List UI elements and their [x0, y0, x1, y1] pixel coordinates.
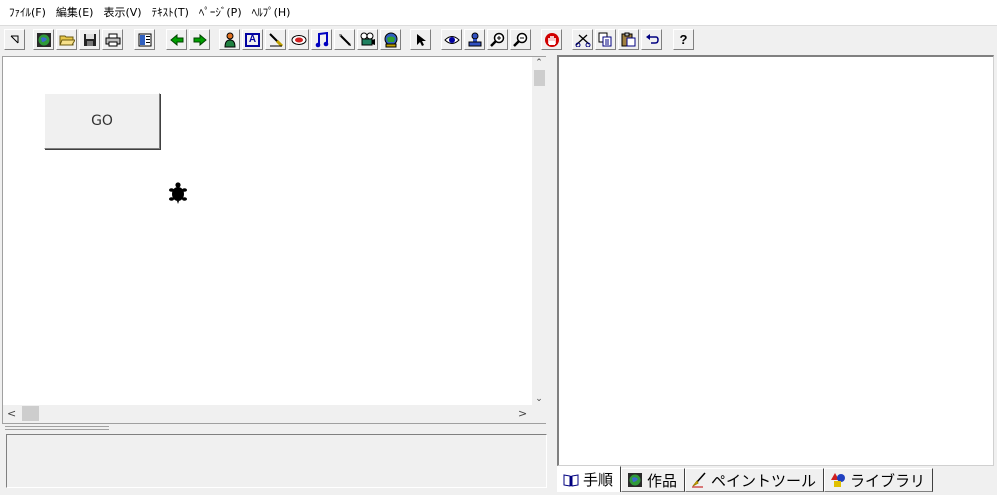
- forward-button[interactable]: [189, 29, 210, 50]
- scroll-up-icon[interactable]: ⌃: [532, 57, 546, 69]
- tab-label: ライブラリ: [850, 471, 926, 490]
- paint-icon: [268, 32, 283, 47]
- help-question-icon: ?: [679, 32, 688, 47]
- cut-scissors-icon: [575, 34, 590, 47]
- paste-icon: [621, 32, 636, 47]
- select-cursor-icon: [416, 33, 426, 46]
- scroll-right-icon[interactable]: >: [518, 405, 527, 423]
- page-layout-button[interactable]: [134, 29, 155, 50]
- pen-tool-icon: [338, 33, 351, 46]
- panel-tabs: 手順 作品 ペイントツール ライブラリ: [557, 466, 934, 492]
- tab-works[interactable]: 作品: [621, 468, 686, 492]
- tab-procedure[interactable]: 手順: [557, 466, 622, 492]
- back-button[interactable]: [166, 29, 187, 50]
- stamp-icon: [468, 32, 481, 46]
- menu-help[interactable]: ﾍﾙﾌﾟ(H): [247, 0, 296, 26]
- copy-button[interactable]: [595, 29, 616, 50]
- paint-button[interactable]: [265, 29, 286, 50]
- stamp-button[interactable]: [464, 29, 485, 50]
- stop-button[interactable]: [541, 29, 562, 50]
- cut-button[interactable]: [572, 29, 593, 50]
- zoom-out-icon: [512, 32, 527, 47]
- menu-edit[interactable]: 編集(E): [51, 0, 99, 26]
- page-canvas[interactable]: GO ⌃ ⌄ < >: [2, 56, 546, 424]
- procedure-panel[interactable]: [557, 55, 994, 466]
- book-icon: [563, 473, 579, 487]
- video-button[interactable]: [357, 29, 378, 50]
- tab-label: ペイントツール: [711, 471, 817, 490]
- tab-label: 手順: [583, 471, 614, 489]
- zoom-out-button[interactable]: [510, 29, 531, 50]
- globe-button[interactable]: [33, 29, 54, 50]
- view-eye-icon: [443, 35, 460, 44]
- vertical-scrollbar[interactable]: ⌃ ⌄: [532, 57, 546, 405]
- splitter-handle[interactable]: [5, 426, 109, 432]
- music-note-icon: [315, 31, 328, 47]
- back-arrow-icon: [169, 33, 183, 46]
- scroll-down-icon[interactable]: ⌄: [532, 393, 546, 405]
- paint-brush-icon: [692, 472, 706, 488]
- view-button[interactable]: [441, 29, 462, 50]
- open-folder-button[interactable]: [56, 29, 77, 50]
- help-button[interactable]: ?: [673, 29, 694, 50]
- go-button[interactable]: GO: [44, 93, 160, 149]
- toolbar: A ?: [0, 27, 997, 53]
- menu-page[interactable]: ﾍﾟｰｼﾞ(P): [194, 0, 247, 26]
- menu-view[interactable]: 表示(V): [98, 0, 146, 26]
- scrollbar-corner: [532, 405, 546, 423]
- horizontal-scrollbar[interactable]: < >: [3, 405, 532, 423]
- turtle-icon[interactable]: [166, 181, 190, 205]
- music-button[interactable]: [311, 29, 332, 50]
- message-area: [6, 434, 547, 488]
- page-layout-icon: [138, 33, 151, 46]
- copy-icon: [598, 32, 612, 47]
- print-icon: [105, 33, 120, 46]
- tab-paint-tools[interactable]: ペイントツール: [685, 468, 825, 492]
- select-cursor-button[interactable]: [410, 29, 431, 50]
- menu-file[interactable]: ﾌｧｲﾙ(F): [4, 0, 51, 26]
- text-box-icon: A: [245, 32, 260, 47]
- stamp-globe-icon: [384, 32, 397, 47]
- zoom-in-icon: [489, 32, 504, 47]
- pointer-arrow-icon: [10, 35, 18, 43]
- forward-arrow-icon: [193, 33, 207, 46]
- print-button[interactable]: [102, 29, 123, 50]
- globe-icon: [36, 32, 51, 47]
- pointer-arrow-button[interactable]: [4, 29, 25, 50]
- character-button[interactable]: [219, 29, 240, 50]
- text-box-button[interactable]: A: [242, 29, 263, 50]
- paste-button[interactable]: [618, 29, 639, 50]
- horizontal-scroll-thumb[interactable]: [22, 406, 39, 421]
- zoom-in-button[interactable]: [487, 29, 508, 50]
- save-button[interactable]: [79, 29, 100, 50]
- undo-icon: [645, 33, 659, 44]
- save-disk-icon: [83, 33, 96, 46]
- stamp-globe-button[interactable]: [380, 29, 401, 50]
- button-tool-button[interactable]: [288, 29, 309, 50]
- undo-button[interactable]: [641, 29, 662, 50]
- video-camera-icon: [360, 32, 375, 45]
- shapes-icon: [831, 473, 846, 487]
- stop-hand-icon: [544, 32, 559, 47]
- button-icon: [291, 34, 306, 45]
- open-folder-icon: [58, 35, 75, 45]
- pen-tool-button[interactable]: [334, 29, 355, 50]
- scroll-left-icon[interactable]: <: [7, 405, 16, 423]
- menu-bar: ﾌｧｲﾙ(F) 編集(E) 表示(V) ﾃｷｽﾄ(T) ﾍﾟｰｼﾞ(P) ﾍﾙﾌ…: [0, 0, 997, 26]
- tab-label: 作品: [647, 471, 678, 490]
- globe-icon: [628, 473, 643, 487]
- character-icon: [223, 32, 236, 47]
- vertical-scroll-thumb[interactable]: [534, 70, 545, 86]
- tab-library[interactable]: ライブラリ: [824, 468, 934, 492]
- menu-text[interactable]: ﾃｷｽﾄ(T): [147, 0, 194, 26]
